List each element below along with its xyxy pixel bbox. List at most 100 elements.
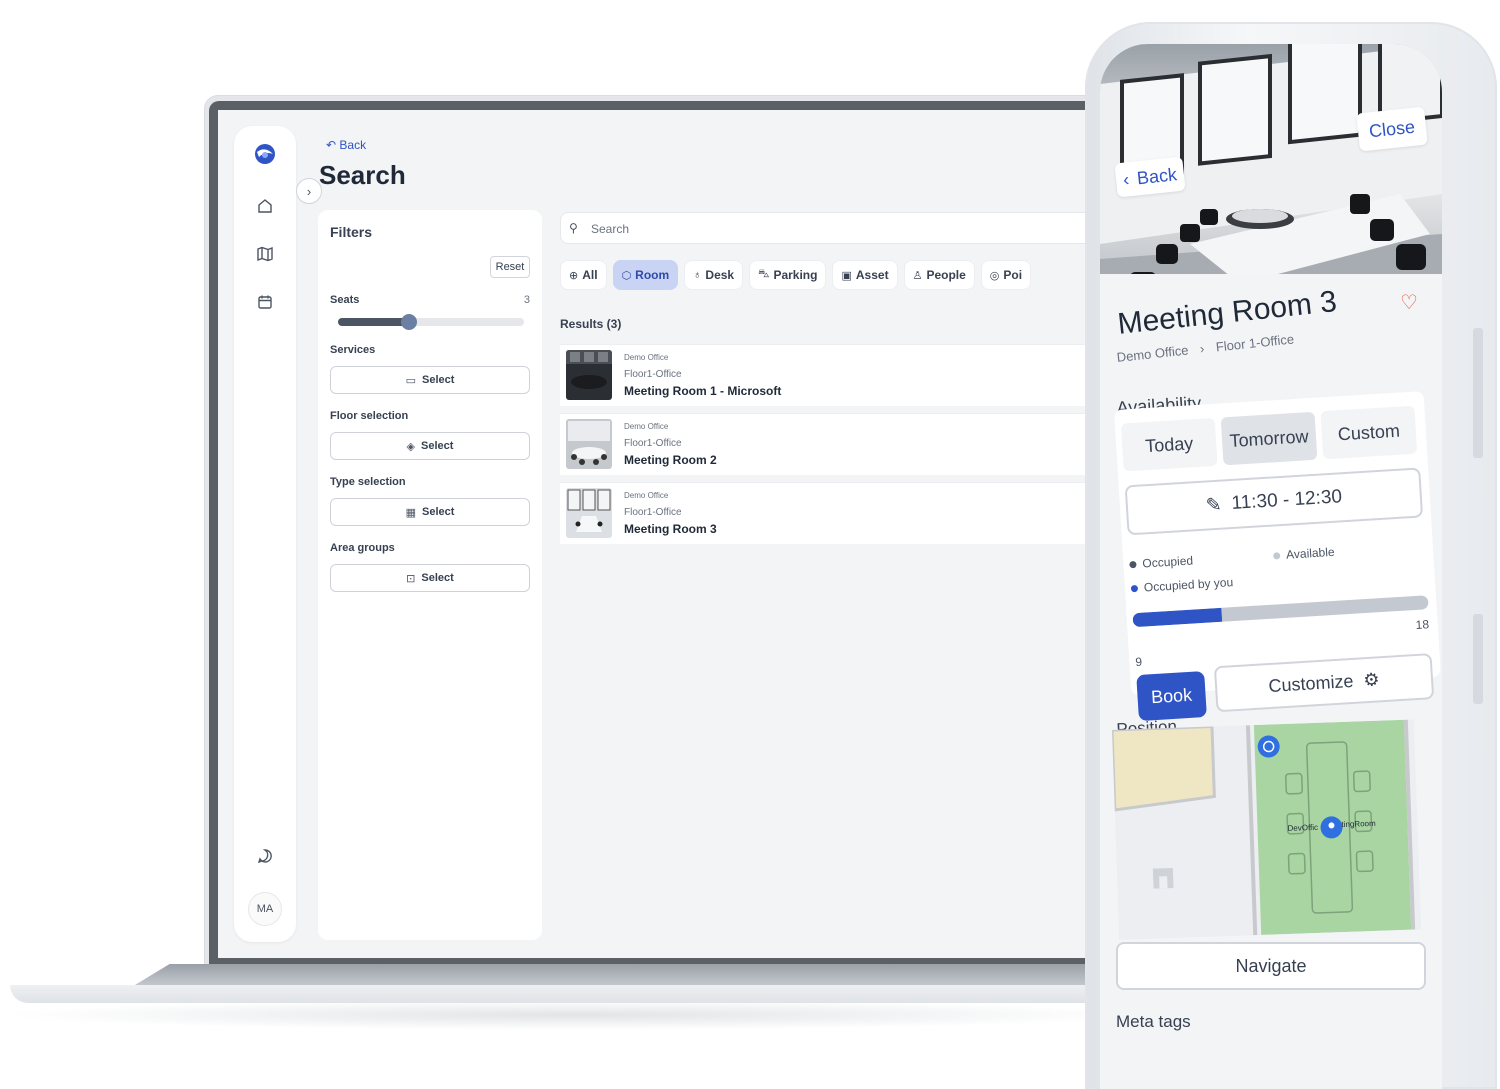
chevron-right-icon: ›: [306, 183, 312, 199]
asset-icon: ▣: [841, 269, 852, 282]
result-row[interactable]: Demo Office Floor1-Office Meeting Room 1…: [560, 344, 1118, 406]
customize-label: Customize: [1267, 670, 1355, 696]
result-row[interactable]: Demo Office Floor1-Office Meeting Room 3: [560, 482, 1118, 544]
phone-side-button: [1473, 614, 1483, 704]
sidebar: MA ›: [234, 126, 322, 942]
meta-tags-heading: Meta tags: [1116, 1012, 1191, 1031]
tab-parking[interactable]: ⛍ Parking: [749, 260, 827, 290]
desktop-screen: MA › ↶ Back Search Filters Reset Seats 3…: [218, 110, 1118, 958]
results-count: Results (3): [560, 317, 622, 331]
result-name: Meeting Room 2: [624, 453, 717, 467]
mic-icon: ♁: [693, 269, 702, 281]
gear-icon: ⚙: [1362, 668, 1381, 690]
result-floor: Floor1-Office: [624, 369, 682, 380]
legend-available-label: Available: [1285, 544, 1335, 562]
seats-slider[interactable]: [338, 314, 524, 330]
result-row[interactable]: Demo Office Floor1-Office Meeting Room 2: [560, 413, 1118, 475]
filters-title: Filters: [330, 224, 373, 240]
type-selection-label: Type selection: [330, 476, 406, 488]
type-tabs: ⊕ All ⬡ Room ♁ Desk ⛍ Parking ▣ Asset ♙ People…: [560, 260, 1032, 290]
room-thumbnail: [566, 350, 612, 400]
close-button[interactable]: Close: [1356, 106, 1428, 152]
navigate-button[interactable]: Navigate: [1116, 942, 1426, 990]
area-select-button[interactable]: ⊡ Select: [330, 564, 530, 592]
home-icon[interactable]: [234, 194, 296, 218]
car-icon: ⛍: [758, 268, 770, 280]
result-name: Meeting Room 1 - Microsoft: [624, 384, 782, 398]
reset-button[interactable]: Reset: [490, 256, 530, 278]
occupancy-bar: [1132, 595, 1429, 628]
type-select-button[interactable]: ▦ Select: [330, 498, 530, 526]
calendar-icon[interactable]: [234, 290, 296, 314]
map-room-label: tingRoom: [1341, 818, 1376, 830]
floor-selection-label: Floor selection: [330, 410, 409, 422]
back-link[interactable]: ↶ Back: [326, 138, 366, 152]
search-placeholder: Search: [591, 222, 630, 236]
tab-label: Asset: [855, 268, 889, 282]
tab-label: Poi: [1003, 268, 1023, 282]
avatar[interactable]: MA: [248, 892, 282, 926]
undo-arrow-icon: ↶: [326, 138, 337, 152]
app-logo-icon[interactable]: [234, 142, 296, 166]
availability-card: Today Tomorrow Custom ✎ 11:30 - 12:30 Oc…: [1114, 391, 1441, 722]
filters-panel: Filters Reset Seats 3 Services ▭ Select …: [318, 210, 542, 940]
pencil-icon: ✎: [1205, 494, 1223, 517]
tab-people[interactable]: ♙ People: [903, 260, 975, 290]
tab-poi[interactable]: ◎ Poi: [980, 260, 1032, 290]
layers-icon: ◈: [406, 440, 416, 453]
favorite-heart-icon[interactable]: ♡: [1400, 290, 1418, 315]
target-icon: ◎: [989, 269, 1000, 282]
tab-label: All: [582, 268, 598, 282]
floor-map[interactable]: DevOffic tingRoom: [1112, 719, 1422, 940]
phone-side-button: [1473, 328, 1483, 458]
segment-custom[interactable]: Custom: [1320, 405, 1418, 460]
laptop-base: [10, 985, 1130, 1003]
chevron-right-icon: ›: [1199, 340, 1206, 357]
back-label: Back: [1135, 163, 1178, 188]
tab-label: Parking: [773, 268, 818, 282]
search-input[interactable]: ⚲ Search: [560, 212, 1118, 244]
result-office: Demo Office: [624, 422, 669, 431]
services-select-button[interactable]: ▭ Select: [330, 366, 530, 394]
floor-select-button[interactable]: ◈ Select: [330, 432, 530, 460]
result-name: Meeting Room 3: [624, 522, 717, 536]
map-icon[interactable]: [234, 242, 296, 266]
support-chat-icon[interactable]: [234, 844, 296, 868]
result-floor: Floor1-Office: [624, 438, 682, 449]
search-icon: ⚲: [569, 221, 578, 235]
tab-label: Room: [635, 268, 670, 282]
time-range-value: 11:30 - 12:30: [1230, 486, 1343, 514]
services-label: Services: [330, 344, 376, 356]
services-icon: ▭: [405, 374, 416, 387]
area-icon: ⊡: [406, 572, 416, 585]
legend-occupied-label: Occupied: [1141, 553, 1194, 571]
room-thumbnail: [566, 419, 612, 469]
legend-available: Available: [1272, 544, 1335, 563]
segment-today[interactable]: Today: [1120, 417, 1218, 472]
tab-desk[interactable]: ♁ Desk: [684, 260, 744, 290]
seats-slider-thumb[interactable]: [400, 314, 417, 330]
time-range-button[interactable]: ✎ 11:30 - 12:30: [1124, 467, 1424, 536]
tab-label: People: [926, 268, 966, 282]
map-room-label: DevOffic: [1287, 822, 1319, 833]
segment-tomorrow[interactable]: Tomorrow: [1220, 411, 1318, 466]
select-label: Select: [421, 572, 454, 584]
legend-occupied-by-you-label: Occupied by you: [1143, 575, 1234, 595]
globe-icon: ⊕: [569, 269, 579, 282]
person-icon: ♙: [912, 269, 923, 282]
tab-all[interactable]: ⊕ All: [560, 260, 607, 290]
result-office: Demo Office: [624, 353, 669, 362]
tab-room[interactable]: ⬡ Room: [612, 260, 679, 290]
seats-slider-fill: [338, 318, 409, 326]
chevron-left-icon: ‹: [1122, 168, 1131, 190]
phone-screen: ‹ Back Close ♡ Meeting Room 3 Demo Offic…: [1100, 44, 1442, 1089]
result-floor: Floor1-Office: [624, 507, 682, 518]
select-label: Select: [421, 440, 454, 452]
occupancy-current: 9: [1135, 654, 1143, 670]
result-office: Demo Office: [624, 491, 669, 500]
book-button[interactable]: Book: [1136, 670, 1207, 722]
back-label: Back: [339, 138, 367, 152]
back-button[interactable]: ‹ Back: [1114, 156, 1186, 198]
tab-label: Desk: [705, 268, 735, 282]
tab-asset[interactable]: ▣ Asset: [832, 260, 898, 290]
